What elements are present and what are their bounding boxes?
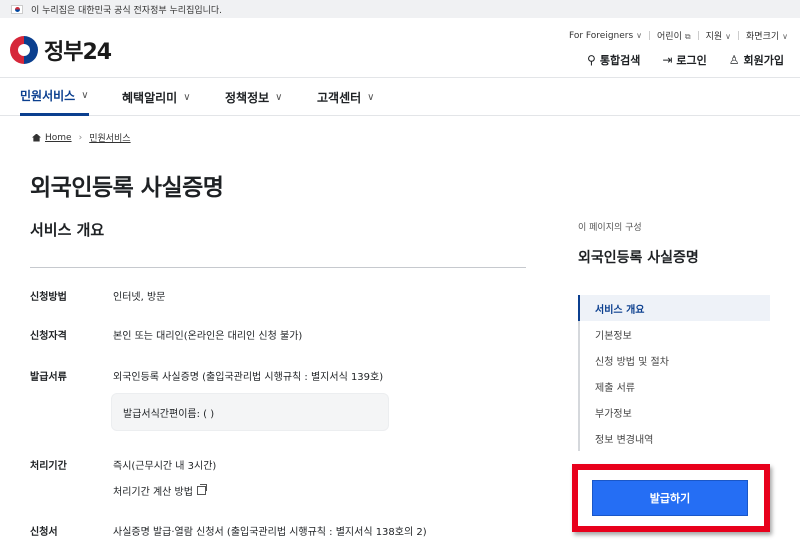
nav-policy-info[interactable]: 정책정보 ∨ (225, 78, 283, 116)
chevron-down-icon: ∨ (81, 90, 89, 101)
toc-item-basic-info[interactable]: 기본정보 (580, 321, 770, 347)
row-value-eligibility: 본인 또는 대리인(온라인은 대리인 신청 불가) (113, 331, 303, 342)
chevron-down-icon: ∨ (636, 30, 643, 40)
row-label-eligibility: 신청자격 (30, 331, 67, 342)
popup-icon (196, 484, 207, 495)
signup-button[interactable]: ♙ 회원가입 (729, 52, 784, 68)
chevron-right-icon: › (78, 132, 83, 143)
toc-item-extra-info[interactable]: 부가정보 (580, 399, 770, 425)
breadcrumb-current[interactable]: 민원서비스 (89, 131, 130, 144)
row-value-documents: 외국인등록 사실증명 (출입국관리법 시행규칙 : 별지서식 139호) (113, 372, 384, 383)
nav-civil-services[interactable]: 민원서비스 ∨ (20, 78, 89, 116)
section-title: 서비스 개요 (30, 221, 105, 239)
toc-item-documents[interactable]: 제출 서류 (580, 373, 770, 399)
row-label-documents: 발급서류 (30, 372, 67, 383)
kids-link[interactable]: 어린이 ⧉ (657, 29, 691, 42)
search-button[interactable]: ⚲ 통합검색 (587, 52, 640, 68)
toc-caption: 이 페이지의 구성 (578, 223, 642, 233)
chevron-down-icon: ∨ (725, 32, 732, 41)
site-logo[interactable]: 정부24 (10, 34, 112, 66)
toc-item-procedure[interactable]: 신청 방법 및 절차 (580, 347, 770, 373)
for-foreigners-link[interactable]: For Foreigners ∨ (569, 31, 642, 41)
chevron-down-icon: ∨ (367, 91, 375, 103)
breadcrumb: Home › 민원서비스 (32, 131, 131, 144)
global-nav: 민원서비스 ∨ 혜택알리미 ∨ 정책정보 ∨ 고객센터 ∨ (0, 78, 800, 116)
toc-list: 서비스 개요 기본정보 신청 방법 및 절차 제출 서류 부가정보 정보 변경내… (578, 295, 770, 451)
row-value-method: 인터넷, 방문 (113, 292, 166, 303)
utility-links: For Foreigners ∨ 어린이 ⧉ 지원 ∨ 화면크기 ∨ (569, 29, 788, 43)
external-link-icon: ⧉ (684, 32, 691, 41)
search-icon: ⚲ (587, 53, 596, 67)
chevron-down-icon: ∨ (183, 91, 191, 103)
toc-item-overview[interactable]: 서비스 개요 (578, 295, 770, 321)
divider (30, 267, 526, 268)
gov-banner: 이 누리집은 대한민국 공식 전자정부 누리집입니다. (0, 0, 800, 18)
toc-item-change-history[interactable]: 정보 변경내역 (580, 425, 770, 451)
user-add-icon: ♙ (728, 53, 740, 67)
chevron-down-icon: ∨ (782, 32, 788, 41)
processing-calc-link[interactable]: 처리기간 계산 방법 (113, 483, 207, 498)
row-label-processing: 처리기간 (30, 461, 67, 472)
row-value-application: 사실증명 발급·열람 신청서 (출입국관리법 시행규칙 : 별지서식 138호의… (113, 527, 427, 538)
row-value-processing: 즉시(근무시간 내 3시간) (113, 461, 217, 472)
korea-flag-icon (11, 4, 23, 14)
login-button[interactable]: ⇥ 로그인 (662, 52, 706, 68)
apply-highlight-box: 발급하기 (572, 464, 770, 532)
site-header: 정부24 For Foreigners ∨ 어린이 ⧉ 지원 ∨ 화면크기 ∨ ⚲ 통합검… (0, 18, 800, 78)
nav-benefit-alerts[interactable]: 혜택알리미 ∨ (122, 78, 191, 116)
government-emblem-icon (10, 36, 38, 64)
home-icon (32, 133, 41, 142)
breadcrumb-home[interactable]: Home (45, 133, 72, 143)
gov-banner-text: 이 누리집은 대한민국 공식 전자정부 누리집입니다. (31, 5, 223, 16)
issue-form-note: 발급서식간편이름: ( ) (111, 393, 389, 431)
logo-text: 정부24 (44, 40, 112, 65)
support-menu[interactable]: 지원 ∨ (706, 29, 731, 42)
header-actions: ⚲ 통합검색 ⇥ 로그인 ♙ 회원가입 (565, 52, 784, 68)
row-label-application: 신청서 (30, 527, 58, 538)
row-label-method: 신청방법 (30, 292, 67, 303)
chevron-down-icon: ∨ (275, 91, 283, 103)
toc-title: 외국인등록 사실증명 (578, 250, 699, 266)
login-icon: ⇥ (662, 53, 673, 67)
page-title: 외국인등록 사실증명 (30, 175, 224, 201)
screen-size-menu[interactable]: 화면크기 ∨ (746, 29, 788, 42)
apply-button[interactable]: 발급하기 (592, 480, 748, 516)
nav-customer-center[interactable]: 고객센터 ∨ (317, 78, 375, 116)
